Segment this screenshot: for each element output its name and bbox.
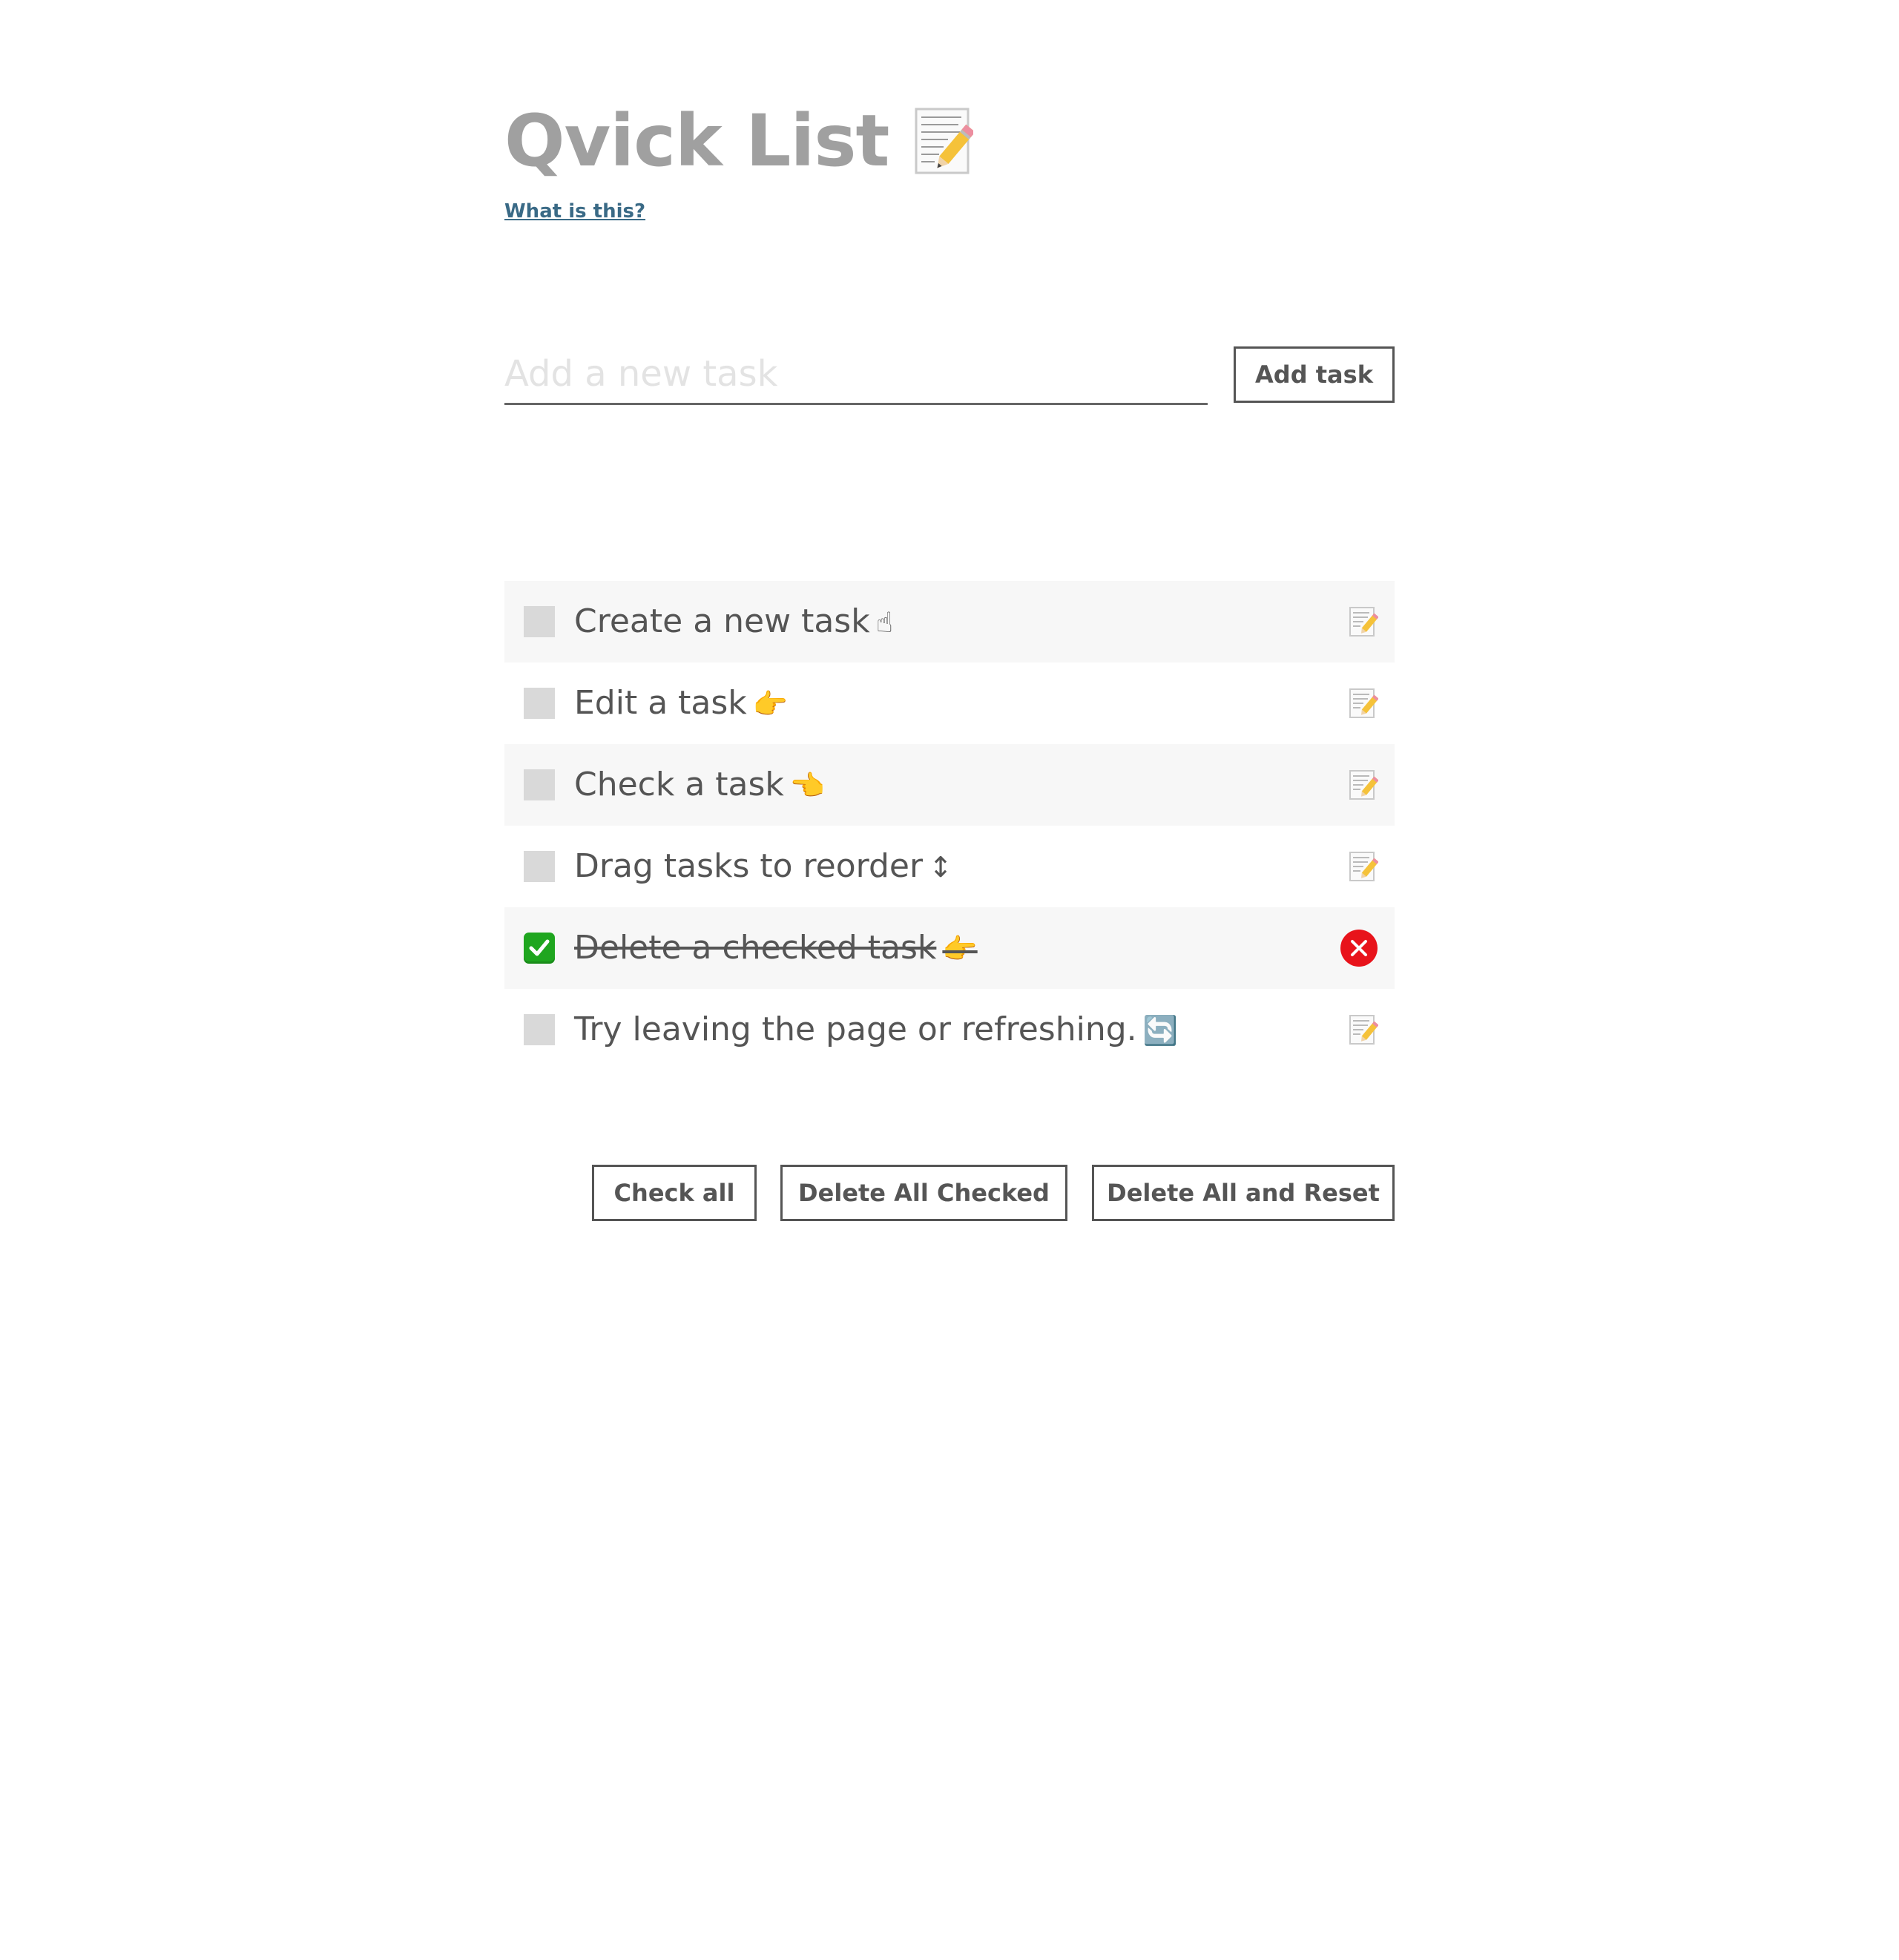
memo-icon[interactable]: [1349, 1014, 1378, 1045]
task-checkbox[interactable]: [524, 851, 555, 882]
memo-icon[interactable]: [1349, 688, 1378, 719]
task-checkbox[interactable]: [524, 1014, 555, 1045]
new-task-input[interactable]: [504, 345, 1208, 405]
memo-icon: [915, 108, 974, 174]
pointing-left-icon: 👈: [789, 769, 826, 802]
header: Qvick List: [504, 99, 974, 182]
task-list: Create a new task ☝ Edit a task 👉 Check a …: [504, 581, 1395, 1071]
page-title: Qvick List: [504, 99, 889, 182]
memo-icon[interactable]: [1349, 769, 1378, 800]
delete-all-reset-button[interactable]: Delete All and Reset: [1092, 1165, 1395, 1221]
delete-all-checked-button[interactable]: Delete All Checked: [780, 1165, 1067, 1221]
task-label[interactable]: Edit a task 👉: [574, 662, 788, 744]
task-label[interactable]: Drag tasks to reorder ↕: [574, 826, 952, 907]
add-task-button[interactable]: Add task: [1234, 346, 1395, 403]
add-task-form: Add task: [504, 345, 1395, 405]
task-label[interactable]: Try leaving the page or refreshing. 🔄: [574, 989, 1178, 1071]
memo-icon[interactable]: [1349, 606, 1378, 637]
task-row[interactable]: Create a new task ☝: [504, 581, 1395, 662]
refresh-icon: 🔄: [1142, 1014, 1178, 1047]
check-mark-icon: [529, 939, 550, 956]
task-row[interactable]: Edit a task 👉: [504, 662, 1395, 744]
bulk-actions: Check all Delete All Checked Delete All …: [504, 1165, 1395, 1221]
delete-x-icon[interactable]: [1340, 929, 1378, 967]
pointing-right-icon: 👉: [752, 688, 789, 720]
task-label[interactable]: Create a new task ☝: [574, 581, 893, 662]
task-row[interactable]: Check a task 👈: [504, 744, 1395, 826]
what-is-this-link[interactable]: What is this?: [504, 200, 645, 223]
task-checkbox[interactable]: [524, 769, 555, 800]
task-checkbox[interactable]: [524, 606, 555, 637]
task-checkbox-checked[interactable]: [524, 933, 555, 964]
memo-icon[interactable]: [1349, 851, 1378, 882]
up-down-arrow-icon: ↕: [929, 851, 952, 884]
pointing-right-icon: 👉: [942, 933, 978, 965]
task-row[interactable]: Drag tasks to reorder ↕: [504, 826, 1395, 907]
task-checkbox[interactable]: [524, 688, 555, 719]
check-all-button[interactable]: Check all: [592, 1165, 757, 1221]
task-row[interactable]: Try leaving the page or refreshing. 🔄: [504, 989, 1395, 1071]
task-row[interactable]: Delete a checked task 👉: [504, 907, 1395, 989]
pointing-up-icon: ☝: [875, 606, 893, 639]
task-label[interactable]: Check a task 👈: [574, 744, 825, 826]
task-label[interactable]: Delete a checked task 👉: [574, 907, 978, 989]
